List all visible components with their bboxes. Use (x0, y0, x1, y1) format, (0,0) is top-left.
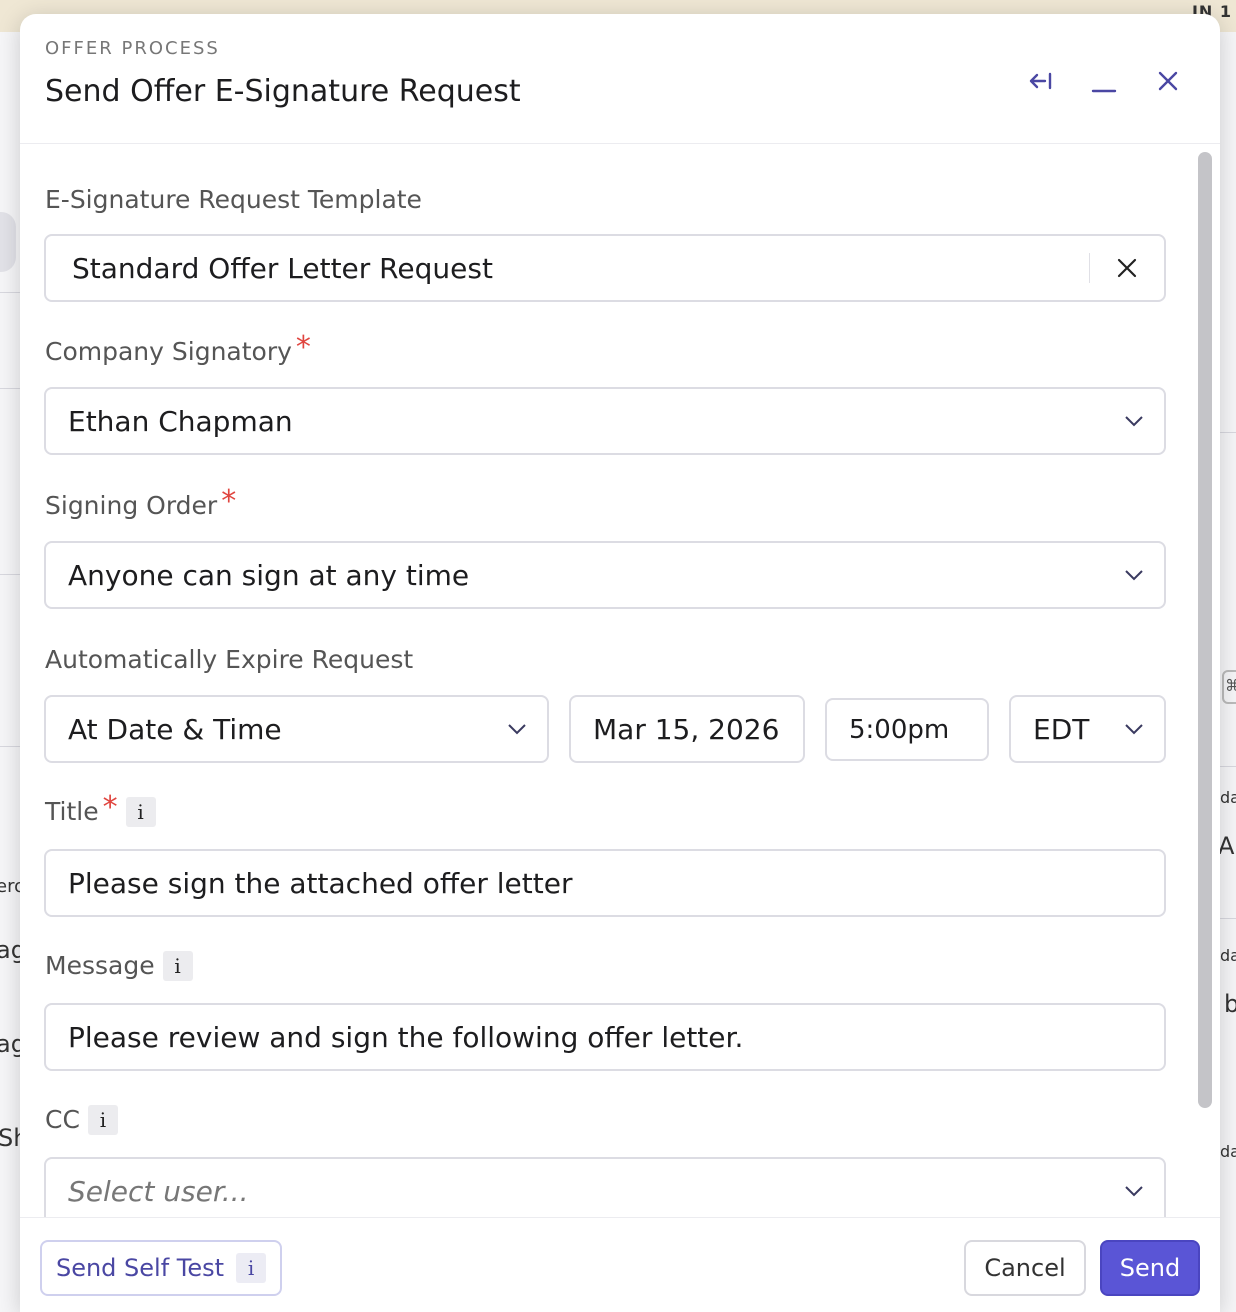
template-label-text: E-Signature Request Template (45, 185, 422, 214)
expire-date-input[interactable]: Mar 15, 2026 (569, 695, 805, 763)
arrow-left-bar-icon (1029, 72, 1052, 90)
chevron-down-icon (1125, 724, 1143, 735)
required-asterisk: * (295, 330, 311, 365)
background-text-fragment: A (1218, 832, 1235, 860)
template-clear-button[interactable] (1090, 257, 1164, 279)
signatory-select[interactable]: Ethan Chapman (44, 387, 1166, 455)
expire-date-value: Mar 15, 2026 (593, 712, 780, 746)
scrollbar-thumb[interactable] (1198, 152, 1212, 1108)
background-avatar (0, 212, 16, 272)
send-button[interactable]: Send (1100, 1240, 1200, 1296)
expire-mode-dropdown[interactable] (487, 723, 547, 735)
signatory-value: Ethan Chapman (68, 404, 293, 438)
message-input[interactable]: Please review and sign the following off… (44, 1003, 1166, 1071)
background-divider (0, 574, 22, 575)
self-test-info-icon[interactable]: i (236, 1253, 267, 1283)
minimize-button[interactable] (1084, 64, 1124, 98)
send-self-test-button[interactable]: Send Self Test i (40, 1240, 282, 1296)
chevron-down-icon (1125, 1186, 1143, 1197)
expire-timezone-select[interactable]: EDT (1009, 695, 1166, 763)
background-shortcut-chip: ⌘ (1222, 670, 1236, 704)
collapse-button[interactable] (1020, 64, 1060, 98)
background-divider (0, 388, 22, 389)
expire-label: Automatically Expire Request (45, 645, 413, 674)
close-button[interactable] (1148, 64, 1188, 98)
background-divider (0, 292, 22, 293)
signatory-dropdown[interactable] (1104, 415, 1164, 427)
title-label-text: Title (45, 797, 99, 826)
cc-info-icon[interactable]: i (87, 1105, 118, 1135)
required-asterisk: * (102, 790, 118, 825)
background-text-fragment: da (1220, 788, 1236, 807)
cc-select[interactable]: Select user... (44, 1157, 1166, 1217)
background-divider (0, 746, 22, 747)
expire-mode-select[interactable]: At Date & Time (44, 695, 549, 763)
send-label: Send (1119, 1254, 1181, 1282)
close-icon (1158, 71, 1178, 91)
cancel-button[interactable]: Cancel (964, 1240, 1086, 1296)
signing-order-value: Anyone can sign at any time (68, 558, 470, 592)
cancel-label: Cancel (984, 1254, 1066, 1282)
template-select[interactable]: Standard Offer Letter Request (44, 234, 1166, 302)
message-input-value: Please review and sign the following off… (68, 1020, 744, 1054)
cc-label: CC i (45, 1105, 118, 1135)
background-divider (1218, 432, 1236, 433)
chevron-down-icon (508, 724, 526, 735)
command-key-icon: ⌘ (1225, 676, 1236, 695)
cc-label-text: CC (45, 1105, 80, 1134)
template-value: Standard Offer Letter Request (72, 251, 493, 285)
title-label: Title * i (45, 790, 156, 827)
chevron-down-icon (1125, 416, 1143, 427)
required-asterisk: * (221, 484, 237, 519)
modal-eyebrow: OFFER PROCESS (45, 38, 220, 59)
background-divider (1218, 766, 1236, 767)
expire-time-input[interactable]: 5:00pm (825, 698, 989, 761)
signing-order-dropdown[interactable] (1104, 569, 1164, 581)
signing-order-label-text: Signing Order (45, 491, 218, 520)
expire-time-value: 5:00pm (849, 714, 950, 745)
signing-order-select[interactable]: Anyone can sign at any time (44, 541, 1166, 609)
cc-dropdown[interactable] (1104, 1185, 1164, 1197)
background-text-fragment: da (1220, 946, 1236, 965)
template-label: E-Signature Request Template (45, 185, 422, 214)
expire-mode-value: At Date & Time (68, 712, 282, 746)
signatory-label-text: Company Signatory (45, 337, 292, 366)
message-info-icon[interactable]: i (162, 951, 193, 981)
send-self-test-label: Send Self Test (55, 1254, 225, 1282)
modal-footer: Send Self Test i Cancel Send (20, 1217, 1220, 1312)
minimize-icon (1091, 89, 1117, 93)
signatory-label: Company Signatory * (45, 330, 311, 367)
title-info-icon[interactable]: i (125, 797, 156, 827)
background-divider (1218, 918, 1236, 919)
signing-order-label: Signing Order * (45, 484, 237, 521)
background-text-fragment: da (1220, 1142, 1236, 1161)
chevron-down-icon (1125, 570, 1143, 581)
background-text-fragment: b (1224, 990, 1236, 1018)
modal-body[interactable]: E-Signature Request Template Standard Of… (20, 145, 1220, 1217)
cc-placeholder: Select user... (68, 1174, 249, 1208)
title-input-value: Please sign the attached offer letter (68, 866, 573, 900)
message-label: Message i (45, 951, 193, 981)
esignature-modal: OFFER PROCESS Send Offer E-Signature Req… (20, 14, 1220, 1312)
modal-title: Send Offer E-Signature Request (45, 74, 521, 109)
expire-timezone-value: EDT (1033, 712, 1090, 746)
title-input[interactable]: Please sign the attached offer letter (44, 849, 1166, 917)
clear-x-icon (1117, 258, 1137, 278)
expire-label-text: Automatically Expire Request (45, 645, 414, 674)
timezone-dropdown[interactable] (1104, 723, 1164, 735)
modal-header: OFFER PROCESS Send Offer E-Signature Req… (20, 14, 1220, 144)
message-label-text: Message (45, 951, 155, 980)
